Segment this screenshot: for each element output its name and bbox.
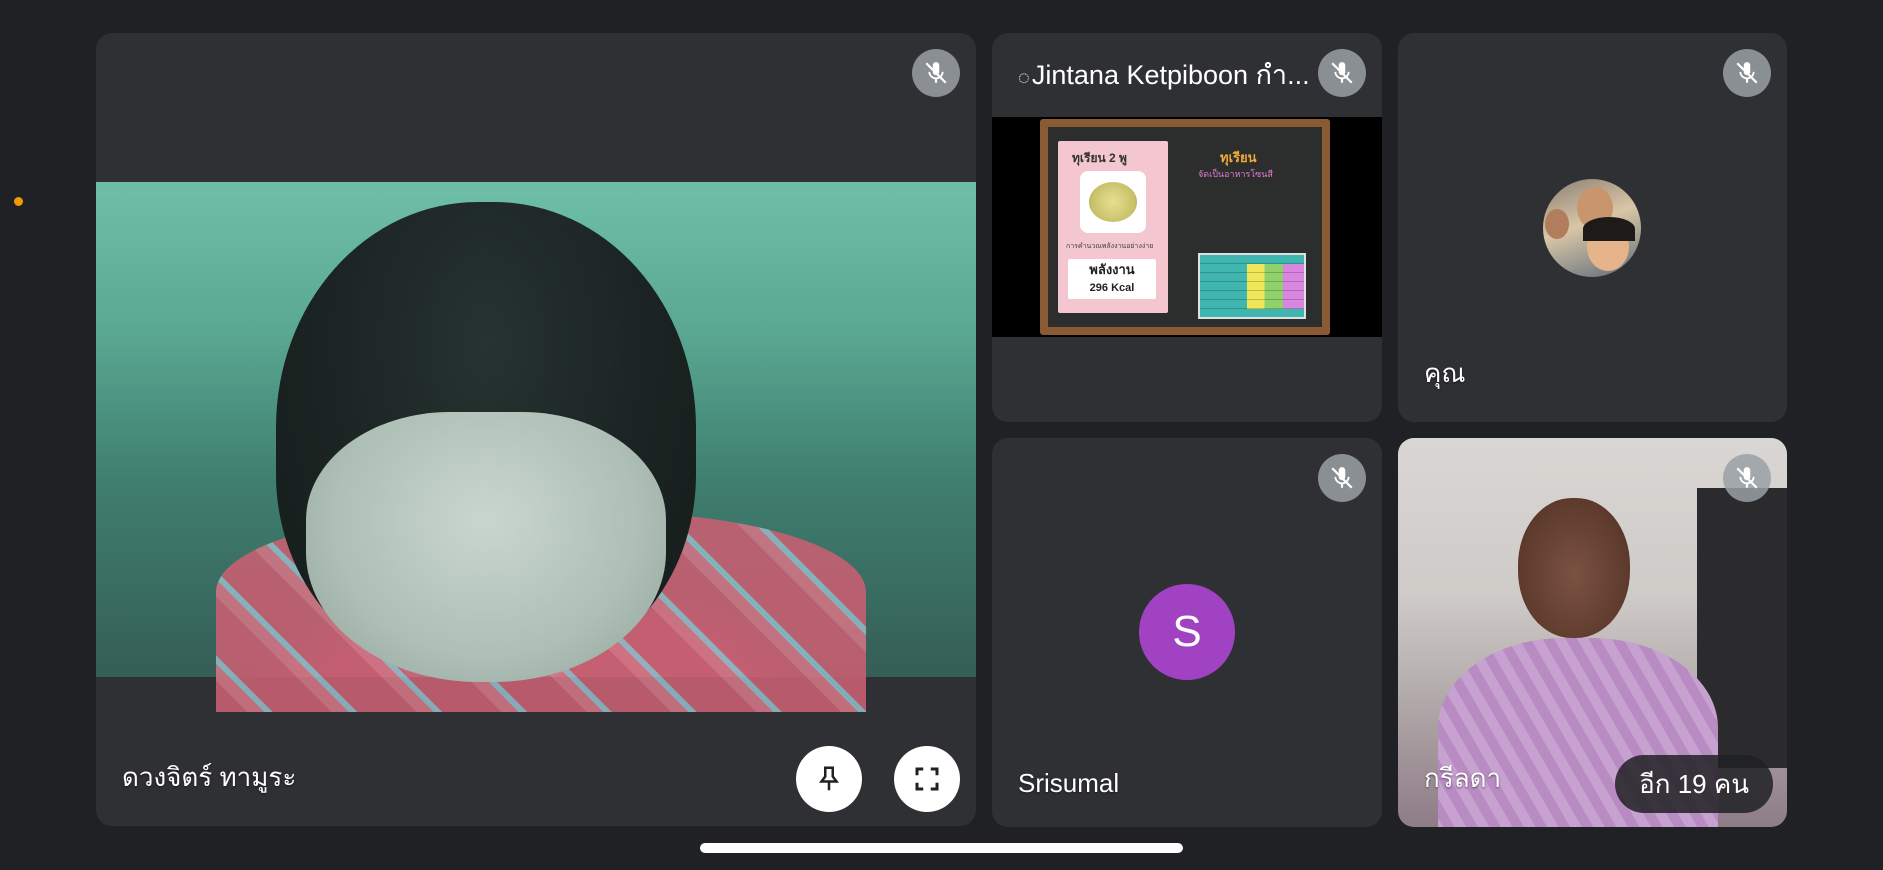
energy-value: 296 Kcal [1089, 282, 1135, 294]
mic-off-icon [912, 49, 960, 97]
slide-card-title: ทุเรียน 2 พู [1072, 151, 1127, 165]
avatar [1543, 179, 1641, 277]
mic-off-icon [1318, 454, 1366, 502]
mic-off-icon [1723, 454, 1771, 502]
slide-card: ทุเรียน 2 พู การคำนวณพลังงานอย่างง่าย พล… [1058, 141, 1168, 313]
participant-tile-main[interactable]: ดวงจิตร์ ทามูระ [96, 33, 976, 826]
slide-subtitle: จัดเป็นอาหารโซนสี [1198, 169, 1273, 179]
energy-label: พลังงาน [1089, 262, 1135, 277]
participant-name: กรีลดา [1424, 763, 1502, 793]
fullscreen-icon [915, 767, 939, 791]
participant-video [96, 182, 976, 712]
slide-table [1198, 253, 1306, 319]
shared-slide: ทุเรียน 2 พู การคำนวณพลังงานอย่างง่าย พล… [1040, 119, 1330, 335]
mic-off-icon [1723, 49, 1771, 97]
participant-tile-presenter[interactable]: ◌Jintana Ketpiboon กำ... ทุเรียน 2 พู กา… [992, 33, 1382, 422]
more-participants-button[interactable]: อีก 19 คน [1615, 755, 1773, 813]
video-content [306, 412, 666, 682]
presenter-title: ◌Jintana Ketpiboon กำ... [1018, 60, 1310, 90]
participant-tile-kreelada[interactable]: กรีลดา อีก 19 คน [1398, 438, 1787, 827]
energy-box: พลังงาน 296 Kcal [1068, 259, 1156, 299]
pin-icon [819, 766, 839, 791]
mic-off-icon [1318, 49, 1366, 97]
avatar-initial: S [1139, 584, 1235, 680]
participant-name: คุณ [1424, 358, 1466, 388]
pin-button[interactable] [796, 746, 862, 812]
notification-dot [14, 197, 23, 206]
participant-name: ดวงจิตร์ ทามูระ [122, 762, 297, 792]
durian-image [1080, 171, 1146, 233]
participant-tile-srisumal[interactable]: S Srisumal [992, 438, 1382, 827]
presenting-icon: ◌ [1018, 67, 1030, 89]
home-indicator[interactable] [700, 843, 1183, 853]
fullscreen-button[interactable] [894, 746, 960, 812]
shared-screen: ทุเรียน 2 พู การคำนวณพลังงานอย่างง่าย พล… [992, 117, 1382, 337]
participant-tile-you[interactable]: คุณ [1398, 33, 1787, 422]
slide-card-caption: การคำนวณพลังงานอย่างง่าย [1066, 243, 1154, 250]
slide-title: ทุเรียน [1220, 150, 1257, 165]
participant-name: Srisumal [1018, 768, 1120, 798]
